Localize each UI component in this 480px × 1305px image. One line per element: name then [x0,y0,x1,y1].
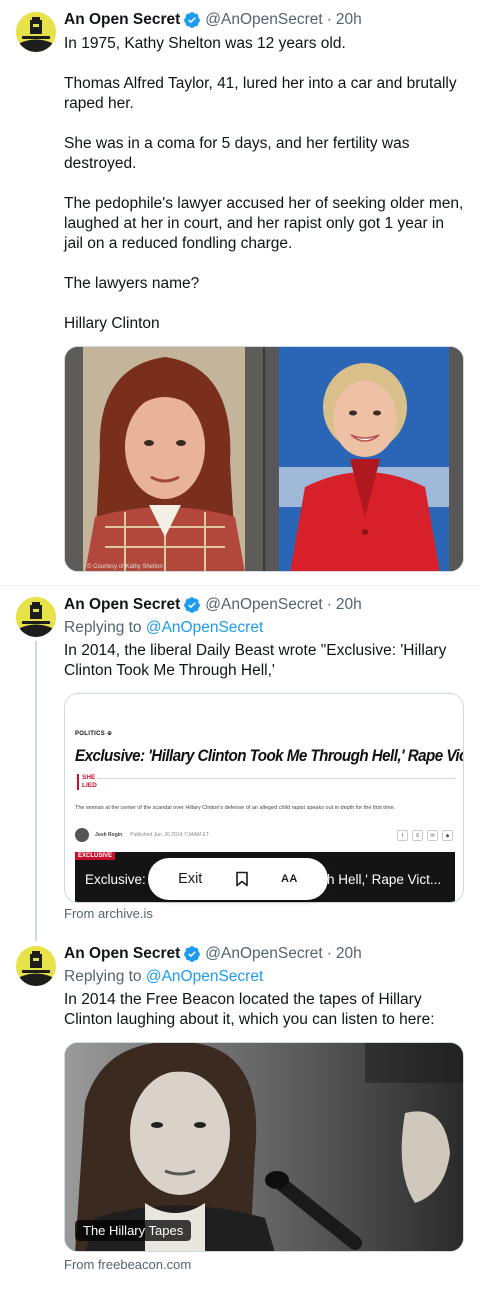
archive-logo-icon [16,12,56,52]
other-share-icon: ◆ [442,830,453,841]
tweet-header: An Open Secret @AnOpenSecret · 20h [64,11,362,29]
exclusive-tag: EXCLUSIVE [75,852,116,860]
separator-dot: · [326,945,332,962]
card-title-label: The Hillary Tapes [75,1220,192,1241]
timestamp[interactable]: 20h [336,945,362,963]
article-preview: POLITICS ⊕ Exclusive: 'Hillary Clinton T… [75,730,463,766]
archive-logo-icon [16,597,56,637]
tweet-text: In 2014, the liberal Daily Beast wrote "… [64,641,464,681]
photo-illustration [265,347,463,571]
replying-to: Replying to @AnOpenSecret [64,968,263,986]
email-share-icon: ✉ [427,830,438,841]
tag-line: LIED [82,782,97,789]
thread-line [35,641,37,941]
verified-badge-icon [184,597,201,613]
facebook-share-icon: f [397,830,408,841]
tweet-header: An Open Secret @AnOpenSecret · 20h [64,945,362,963]
bookmark-icon[interactable] [235,871,249,887]
tweet-1: An Open Secret @AnOpenSecret · 20h In 19… [0,0,480,585]
tweet-paragraph: In 2014 the Free Beacon located the tape… [64,991,435,1028]
x-share-icon: X [412,830,423,841]
share-row: f X ✉ ◆ [397,830,453,841]
display-name[interactable]: An Open Secret [64,11,180,29]
article-headline: Exclusive: 'Hillary Clinton Took Me Thro… [75,747,463,765]
tweet-paragraph: The lawyers name? [64,275,200,292]
separator-dot: · [326,596,332,613]
timestamp[interactable]: 20h [336,596,362,614]
article-date: Published Jun. 20 2014 7:34AM ET [130,832,209,838]
image-credit: © Courtesy of Kathy Shelton [87,563,163,570]
verified-badge-icon [184,946,201,962]
display-name[interactable]: An Open Secret [64,596,180,614]
avatar[interactable] [16,597,56,637]
replying-prefix: Replying to [64,968,142,985]
tweet-3: An Open Secret @AnOpenSecret · 20h Reply… [0,934,480,1305]
reader-mode-pill: Exit AA [148,858,328,900]
tweet-text: In 1975, Kathy Shelton was 12 years old.… [64,34,464,334]
display-name[interactable]: An Open Secret [64,945,180,963]
tweet-media-grid[interactable]: © Courtesy of Kathy Shelton [64,346,464,572]
photo-kathy-shelton[interactable]: © Courtesy of Kathy Shelton [65,347,263,571]
replying-to: Replying to @AnOpenSecret [64,619,263,637]
exit-button[interactable]: Exit [178,871,202,887]
handle[interactable]: @AnOpenSecret [205,11,322,29]
avatar[interactable] [16,946,56,986]
tweet-paragraph: In 1975, Kathy Shelton was 12 years old. [64,35,346,52]
photo-illustration: © Courtesy of Kathy Shelton [65,347,263,571]
article-byline: Josh Rogin Published Jun. 20 2014 7:34AM… [75,828,209,842]
tweet-paragraph: The pedophile's lawyer accused her of se… [64,195,464,252]
card-title-left: Exclusive: ' [85,872,153,887]
avatar[interactable] [16,12,56,52]
replying-mention-link[interactable]: @AnOpenSecret [146,619,263,636]
article-kicker: POLITICS ⊕ [75,731,113,737]
author-avatar [75,828,89,842]
card-source[interactable]: From freebeacon.com [64,1257,191,1272]
replying-mention-link[interactable]: @AnOpenSecret [146,968,263,985]
tweet-paragraph: Hillary Clinton [64,315,160,332]
separator-dot: · [326,11,332,28]
card-title-right: h Hell,' Rape Vict... [327,872,442,887]
tag-line: SHE [82,774,96,781]
link-card-image[interactable]: The Hillary Tapes [64,1042,464,1252]
photo-hillary-clinton[interactable] [265,347,463,571]
timestamp[interactable]: 20h [336,11,362,29]
tweet-paragraph: Thomas Alfred Taylor, 41, lured her into… [64,75,457,112]
she-lied-tag: SHE LIED [77,774,97,790]
tweet-paragraph: In 2014, the liberal Daily Beast wrote "… [64,642,447,679]
handle[interactable]: @AnOpenSecret [205,945,322,963]
card-source[interactable]: From archive.is [64,906,153,921]
archive-logo-icon [16,946,56,986]
text-size-button[interactable]: AA [281,873,298,885]
article-dek: The woman at the center of the scandal o… [75,805,396,811]
tweet-header: An Open Secret @AnOpenSecret · 20h [64,596,362,614]
article-rule [75,778,455,779]
handle[interactable]: @AnOpenSecret [205,596,322,614]
tweet-paragraph: She was in a coma for 5 days, and her fe… [64,135,410,172]
tweet-text: In 2014 the Free Beacon located the tape… [64,990,464,1030]
verified-badge-icon [184,12,201,28]
author-name: Josh Rogin [95,832,123,838]
replying-prefix: Replying to [64,619,142,636]
